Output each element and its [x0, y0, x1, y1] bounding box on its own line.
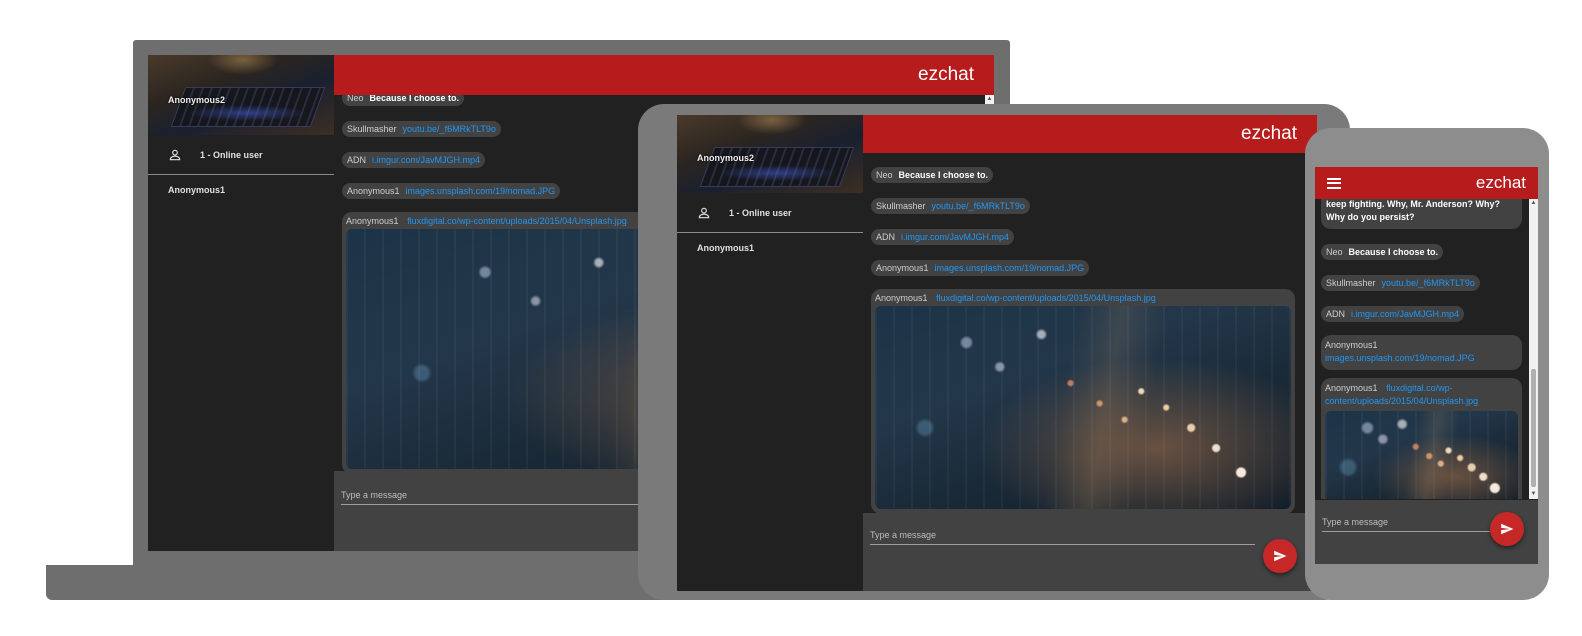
send-icon: [1274, 550, 1287, 562]
message-author: Neo: [347, 95, 364, 103]
message-bubble: Neo Because I choose to.: [342, 95, 465, 106]
scroll-down-arrow-icon[interactable]: ▼: [1529, 490, 1538, 499]
send-button[interactable]: [1263, 539, 1297, 573]
person-outline-icon: [698, 207, 710, 218]
message-bubble: Skullmasher youtu.be/_f6MRkTLT9o: [342, 121, 501, 137]
current-username: Anonymous2: [697, 153, 755, 163]
message-link[interactable]: images.unsplash.com/19/nomad.JPG: [1325, 353, 1475, 363]
user-list-item[interactable]: Anonymous1: [148, 175, 334, 195]
message-author: ADN: [876, 232, 896, 242]
message-bubble: Anonymous1 images.unsplash.com/19/nomad.…: [1321, 335, 1522, 370]
sidebar-header-image: Anonymous2: [677, 115, 863, 193]
send-button[interactable]: [1490, 512, 1524, 546]
message-bubble: ADN i.imgur.com/JavMJGH.mp4: [871, 229, 1015, 245]
message-bubble: Neo Because I choose to.: [1321, 244, 1444, 260]
message-link[interactable]: youtu.be/_f6MRkTLT9o: [403, 124, 496, 134]
online-users-count: 1 - Online user: [148, 135, 334, 175]
message-bubble: Anonymous1 images.unsplash.com/19/nomad.…: [342, 183, 561, 199]
message-author: Anonymous1: [1325, 340, 1378, 350]
message-image[interactable]: [1325, 411, 1518, 499]
user-list-item[interactable]: Anonymous1: [677, 233, 863, 253]
message-link[interactable]: fluxdigital.co/wp-content/uploads/2015/0…: [407, 216, 627, 226]
message-text: keep fighting. Why, Mr. Anderson? Why? W…: [1326, 199, 1500, 222]
message-link[interactable]: fluxdigital.co/wp-content/uploads/2015/0…: [936, 293, 1156, 303]
message-input[interactable]: [1322, 512, 1490, 532]
online-count-label: 1 - Online user: [200, 149, 263, 160]
message-link[interactable]: youtu.be/_f6MRkTLT9o: [932, 201, 1025, 211]
message-bubble: ADN i.imgur.com/JavMJGH.mp4: [1321, 306, 1465, 322]
scroll-up-arrow-icon[interactable]: ▲: [985, 95, 994, 104]
app-bar: ezchat: [1315, 167, 1538, 199]
sidebar: Anonymous2 1 - Online user Anonymous1: [677, 115, 863, 591]
sidebar-header-image: Anonymous2: [148, 55, 334, 135]
message-link[interactable]: i.imgur.com/JavMJGH.mp4: [372, 155, 480, 165]
scrollbar[interactable]: ▲ ▼: [1529, 199, 1538, 499]
online-count-label: 1 - Online user: [729, 207, 792, 218]
current-username: Anonymous2: [168, 95, 226, 105]
image-message-bubble: Anonymous1 fluxdigital.co/wp-content/upl…: [1321, 378, 1522, 499]
app-title: ezchat: [1241, 123, 1297, 144]
message-text: Because I choose to.: [369, 95, 460, 103]
message-link[interactable]: images.unsplash.com/19/nomad.JPG: [406, 186, 556, 196]
phone-screen: ezchat keep fighting. Why, Mr. Anderson?…: [1315, 167, 1538, 564]
message-bubble: Anonymous1 images.unsplash.com/19/nomad.…: [871, 260, 1090, 276]
app-bar: ezchat: [863, 115, 1317, 153]
person-outline-icon: [169, 149, 181, 160]
message-text: Because I choose to.: [1348, 247, 1439, 257]
scroll-thumb[interactable]: [1531, 369, 1536, 487]
message-link[interactable]: i.imgur.com/JavMJGH.mp4: [1351, 309, 1459, 319]
message-input[interactable]: [870, 525, 1255, 545]
menu-icon[interactable]: [1327, 177, 1341, 189]
message-bubble: keep fighting. Why, Mr. Anderson? Why? W…: [1321, 199, 1522, 229]
online-users-count: 1 - Online user: [677, 193, 863, 233]
tablet-screen: Anonymous2 1 - Online user Anonymous1 ez…: [677, 115, 1317, 591]
message-author: Skullmasher: [876, 201, 926, 211]
message-author: ADN: [347, 155, 367, 165]
message-list: Neo Because I choose to. Skullmasher you…: [863, 153, 1317, 513]
message-bubble: Neo Because I choose to.: [871, 167, 994, 183]
message-author: Anonymous1: [1325, 383, 1378, 393]
message-author: Anonymous1: [347, 186, 400, 196]
message-author: Neo: [1326, 247, 1343, 257]
message-author: Anonymous1: [346, 216, 399, 226]
scroll-up-arrow-icon[interactable]: ▲: [1529, 199, 1538, 208]
message-author: Skullmasher: [347, 124, 397, 134]
message-image[interactable]: [875, 306, 1291, 509]
message-link[interactable]: youtu.be/_f6MRkTLT9o: [1382, 278, 1475, 288]
message-bubble: Skullmasher youtu.be/_f6MRkTLT9o: [1321, 275, 1480, 291]
message-author: ADN: [1326, 309, 1346, 319]
message-link[interactable]: images.unsplash.com/19/nomad.JPG: [935, 263, 1085, 273]
app-bar: ezchat: [334, 55, 994, 95]
app-title: ezchat: [1475, 173, 1526, 192]
image-message-bubble: Anonymous1 fluxdigital.co/wp-content/upl…: [871, 289, 1295, 513]
message-text: Because I choose to.: [898, 170, 989, 180]
message-bubble: ADN i.imgur.com/JavMJGH.mp4: [342, 152, 486, 168]
app-title: ezchat: [918, 64, 974, 85]
message-input-bar: [863, 513, 1317, 591]
sidebar: Anonymous2 1 - Online user Anonymous1: [148, 55, 334, 551]
message-list: keep fighting. Why, Mr. Anderson? Why? W…: [1315, 199, 1528, 499]
send-icon: [1501, 523, 1514, 535]
message-link[interactable]: i.imgur.com/JavMJGH.mp4: [901, 232, 1009, 242]
message-input-bar: [1315, 500, 1538, 564]
message-author: Anonymous1: [876, 263, 929, 273]
message-author: Anonymous1: [875, 293, 928, 303]
message-author: Neo: [876, 170, 893, 180]
message-author: Skullmasher: [1326, 278, 1376, 288]
message-bubble: Skullmasher youtu.be/_f6MRkTLT9o: [871, 198, 1030, 214]
